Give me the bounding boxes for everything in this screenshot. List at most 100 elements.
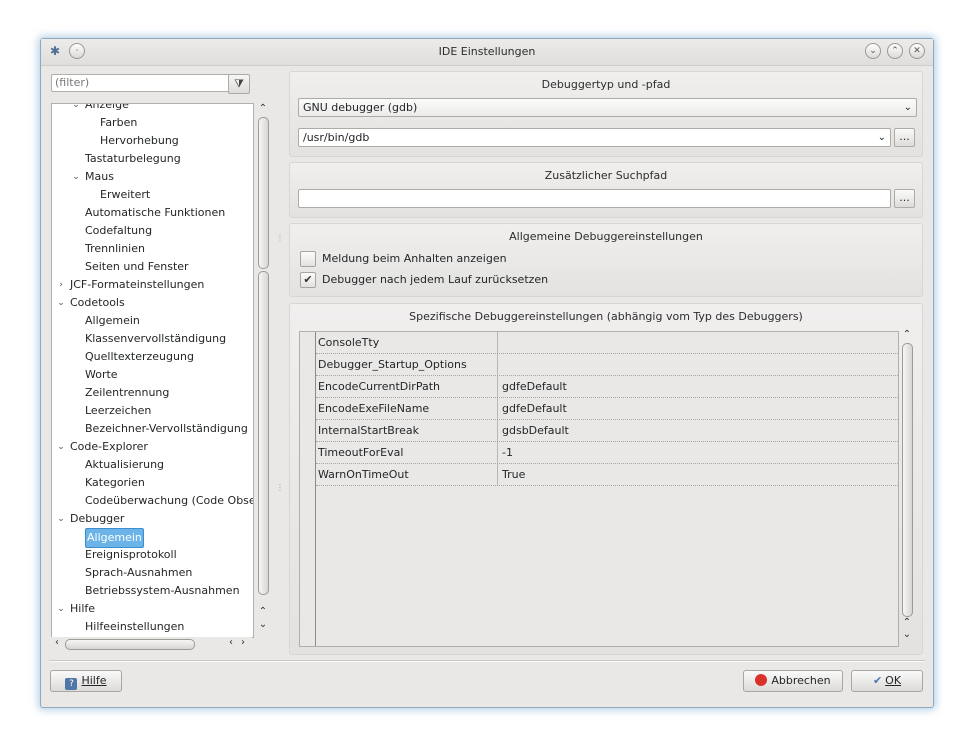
filter-input[interactable]: (filter) bbox=[51, 74, 231, 92]
debugger-path-combo[interactable]: /usr/bin/gdb ⌄ bbox=[298, 128, 891, 147]
debugger-type-select[interactable]: GNU debugger (gdb) ⌄ bbox=[298, 98, 917, 117]
splitter-handle[interactable]: ⋮ bbox=[276, 233, 284, 242]
tree-horizontal-scrollbar[interactable]: ‹ ‹ › bbox=[51, 637, 252, 651]
tree-hscroll-thumb[interactable] bbox=[65, 639, 195, 650]
scroll-left-arrow-icon[interactable]: ‹ bbox=[225, 637, 237, 648]
chevron-down-icon[interactable]: ⌄ bbox=[56, 510, 66, 528]
tree-item-label: Aktualisierung bbox=[85, 458, 165, 471]
property-value[interactable]: gdfeDefault bbox=[502, 376, 567, 397]
property-row[interactable]: Debugger_Startup_Options bbox=[316, 354, 898, 376]
help-icon: ? bbox=[65, 678, 78, 690]
scroll-left-arrow-icon[interactable]: ‹ bbox=[51, 637, 63, 648]
tree-item-label: Hilfeeinstellungen bbox=[85, 620, 185, 633]
property-grid[interactable]: ConsoleTty Debugger_Startup_Options Encode… bbox=[299, 331, 899, 647]
property-row[interactable]: TimeoutForEval -1 bbox=[316, 442, 898, 464]
scroll-up-arrow-icon[interactable]: ⌃ bbox=[901, 329, 913, 340]
tree-item-label: Klassenvervollständigung bbox=[85, 332, 227, 345]
property-value[interactable]: True bbox=[502, 464, 525, 485]
scroll-down-arrow-icon[interactable]: ⌄ bbox=[257, 619, 269, 630]
chevron-down-icon[interactable]: ⌄ bbox=[71, 104, 81, 114]
tree-item-label: Allgemein bbox=[85, 528, 144, 548]
group-title: Spezifische Debuggereinstellungen (abhän… bbox=[409, 310, 803, 323]
grid-gutter bbox=[300, 332, 316, 646]
splitter-handle[interactable]: ⋮ bbox=[276, 483, 284, 492]
ok-button[interactable]: ✔ OK bbox=[851, 670, 923, 692]
tree-item-label: JCF-Formateinstellungen bbox=[70, 278, 205, 291]
tree-scroll-thumb[interactable] bbox=[258, 271, 269, 595]
property-name: EncodeExeFileName bbox=[318, 402, 430, 415]
scroll-down-arrow-icon[interactable]: ⌄ bbox=[901, 629, 913, 640]
property-name: InternalStartBreak bbox=[318, 424, 419, 437]
chevron-right-icon[interactable]: › bbox=[56, 276, 66, 294]
grid-vertical-scrollbar[interactable]: ⌃ ⌃ ⌄ bbox=[899, 329, 915, 645]
tree-item-label: Farben bbox=[100, 116, 138, 129]
property-row[interactable]: EncodeExeFileName gdfeDefault bbox=[316, 398, 898, 420]
tree-item-label: Anzeige bbox=[85, 103, 129, 111]
chevron-down-icon[interactable]: ⌄ bbox=[56, 438, 66, 456]
group-title: Allgemeine Debuggereinstellungen bbox=[509, 230, 703, 243]
group-title: Debuggertyp und -pfad bbox=[541, 78, 671, 91]
tree-item-label: Sprach-Ausnahmen bbox=[85, 566, 193, 579]
scroll-up-arrow-icon[interactable]: ⌃ bbox=[257, 103, 269, 114]
checkbox-label: Debugger nach jedem Lauf zurücksetzen bbox=[322, 273, 549, 286]
tree-item-label: Code-Explorer bbox=[70, 440, 148, 453]
footer-separator bbox=[49, 660, 925, 662]
chevron-down-icon[interactable]: ⌄ bbox=[71, 168, 81, 186]
chevron-down-icon: ⌄ bbox=[877, 132, 886, 143]
tree-item-label: Codefaltung bbox=[85, 224, 153, 237]
options-tree[interactable]: ⌄ Anzeige Farben Hervorhebung Tastaturbelegu… bbox=[51, 103, 254, 638]
scroll-up-arrow-icon[interactable]: ⌃ bbox=[257, 606, 269, 617]
minimize-icon[interactable]: ⌄ bbox=[865, 43, 881, 59]
maximize-icon[interactable]: ⌃ bbox=[887, 43, 903, 59]
tree-item-label: Seiten und Fenster bbox=[85, 260, 189, 273]
tree-scroll-thumb-top[interactable] bbox=[258, 117, 269, 269]
tree-item-label: Codeüberwachung (Code Obse bbox=[85, 494, 254, 507]
chevron-down-icon[interactable]: ⌄ bbox=[56, 600, 66, 618]
tree-item-label: Automatische Funktionen bbox=[85, 206, 226, 219]
tree-item-label: Leerzeichen bbox=[85, 404, 152, 417]
property-row[interactable]: EncodeCurrentDirPath gdfeDefault bbox=[316, 376, 898, 398]
ok-button-label: OK bbox=[885, 674, 902, 687]
property-name: EncodeCurrentDirPath bbox=[318, 380, 440, 393]
property-row[interactable]: WarnOnTimeOut True bbox=[316, 464, 898, 486]
debugger-type-group: Debuggertyp und -pfad GNU debugger (gdb)… bbox=[289, 71, 923, 157]
tree-item-label: Allgemein bbox=[85, 314, 140, 327]
show-message-on-stop-checkbox[interactable] bbox=[300, 251, 316, 267]
checkmark-icon: ✔ bbox=[303, 273, 313, 286]
tree-item-label: Bezeichner-Vervollständigung bbox=[85, 422, 248, 435]
property-value[interactable]: gdfeDefault bbox=[502, 398, 567, 419]
preferences-window: ✱ · IDE Einstellungen ⌄ ⌃ ✕ (filter) ⧩ ⌄… bbox=[40, 38, 934, 708]
tree-item-label: Maus bbox=[85, 170, 114, 183]
title-bar[interactable]: ✱ · IDE Einstellungen ⌄ ⌃ ✕ bbox=[41, 39, 933, 66]
clear-filter-icon[interactable]: ⧩ bbox=[228, 74, 250, 94]
tree-item-label: Ereignisprotokoll bbox=[85, 548, 177, 561]
help-button[interactable]: ? Hilfe bbox=[50, 670, 122, 692]
grid-scroll-thumb[interactable] bbox=[902, 343, 913, 617]
property-name: WarnOnTimeOut bbox=[318, 468, 409, 481]
checkbox-label: Meldung beim Anhalten anzeigen bbox=[322, 252, 507, 265]
tree-vertical-scrollbar[interactable]: ⌃ ⌃ ⌄ bbox=[255, 103, 271, 636]
browse-debugger-button[interactable]: ... bbox=[894, 128, 915, 147]
chevron-down-icon[interactable]: ⌄ bbox=[56, 294, 66, 312]
tree-item-label: Hilfe bbox=[70, 602, 96, 615]
property-value[interactable]: gdsbDefault bbox=[502, 420, 569, 441]
cancel-icon bbox=[755, 674, 768, 686]
reset-debugger-checkbox[interactable]: ✔ bbox=[300, 272, 316, 288]
scroll-right-arrow-icon[interactable]: › bbox=[237, 637, 249, 648]
tree-item-label: Codetools bbox=[70, 296, 125, 309]
group-title: Zusätzlicher Suchpfad bbox=[544, 169, 668, 182]
property-value[interactable]: -1 bbox=[502, 442, 513, 463]
chevron-down-icon: ⌄ bbox=[903, 102, 912, 113]
scroll-up-arrow-icon[interactable]: ⌃ bbox=[901, 617, 913, 628]
property-row[interactable]: InternalStartBreak gdsbDefault bbox=[316, 420, 898, 442]
search-path-group: Zusätzlicher Suchpfad ... bbox=[289, 162, 923, 218]
tree-item-label: Kategorien bbox=[85, 476, 145, 489]
property-row[interactable]: ConsoleTty bbox=[316, 332, 898, 354]
tree-item-label: Worte bbox=[85, 368, 118, 381]
search-path-input[interactable] bbox=[298, 189, 891, 208]
cancel-button[interactable]: Abbrechen bbox=[743, 670, 843, 692]
tree-item-label: Erweitert bbox=[100, 188, 151, 201]
tree-item-label: Hervorhebung bbox=[100, 134, 179, 147]
browse-search-path-button[interactable]: ... bbox=[894, 189, 915, 208]
close-icon[interactable]: ✕ bbox=[909, 43, 925, 59]
